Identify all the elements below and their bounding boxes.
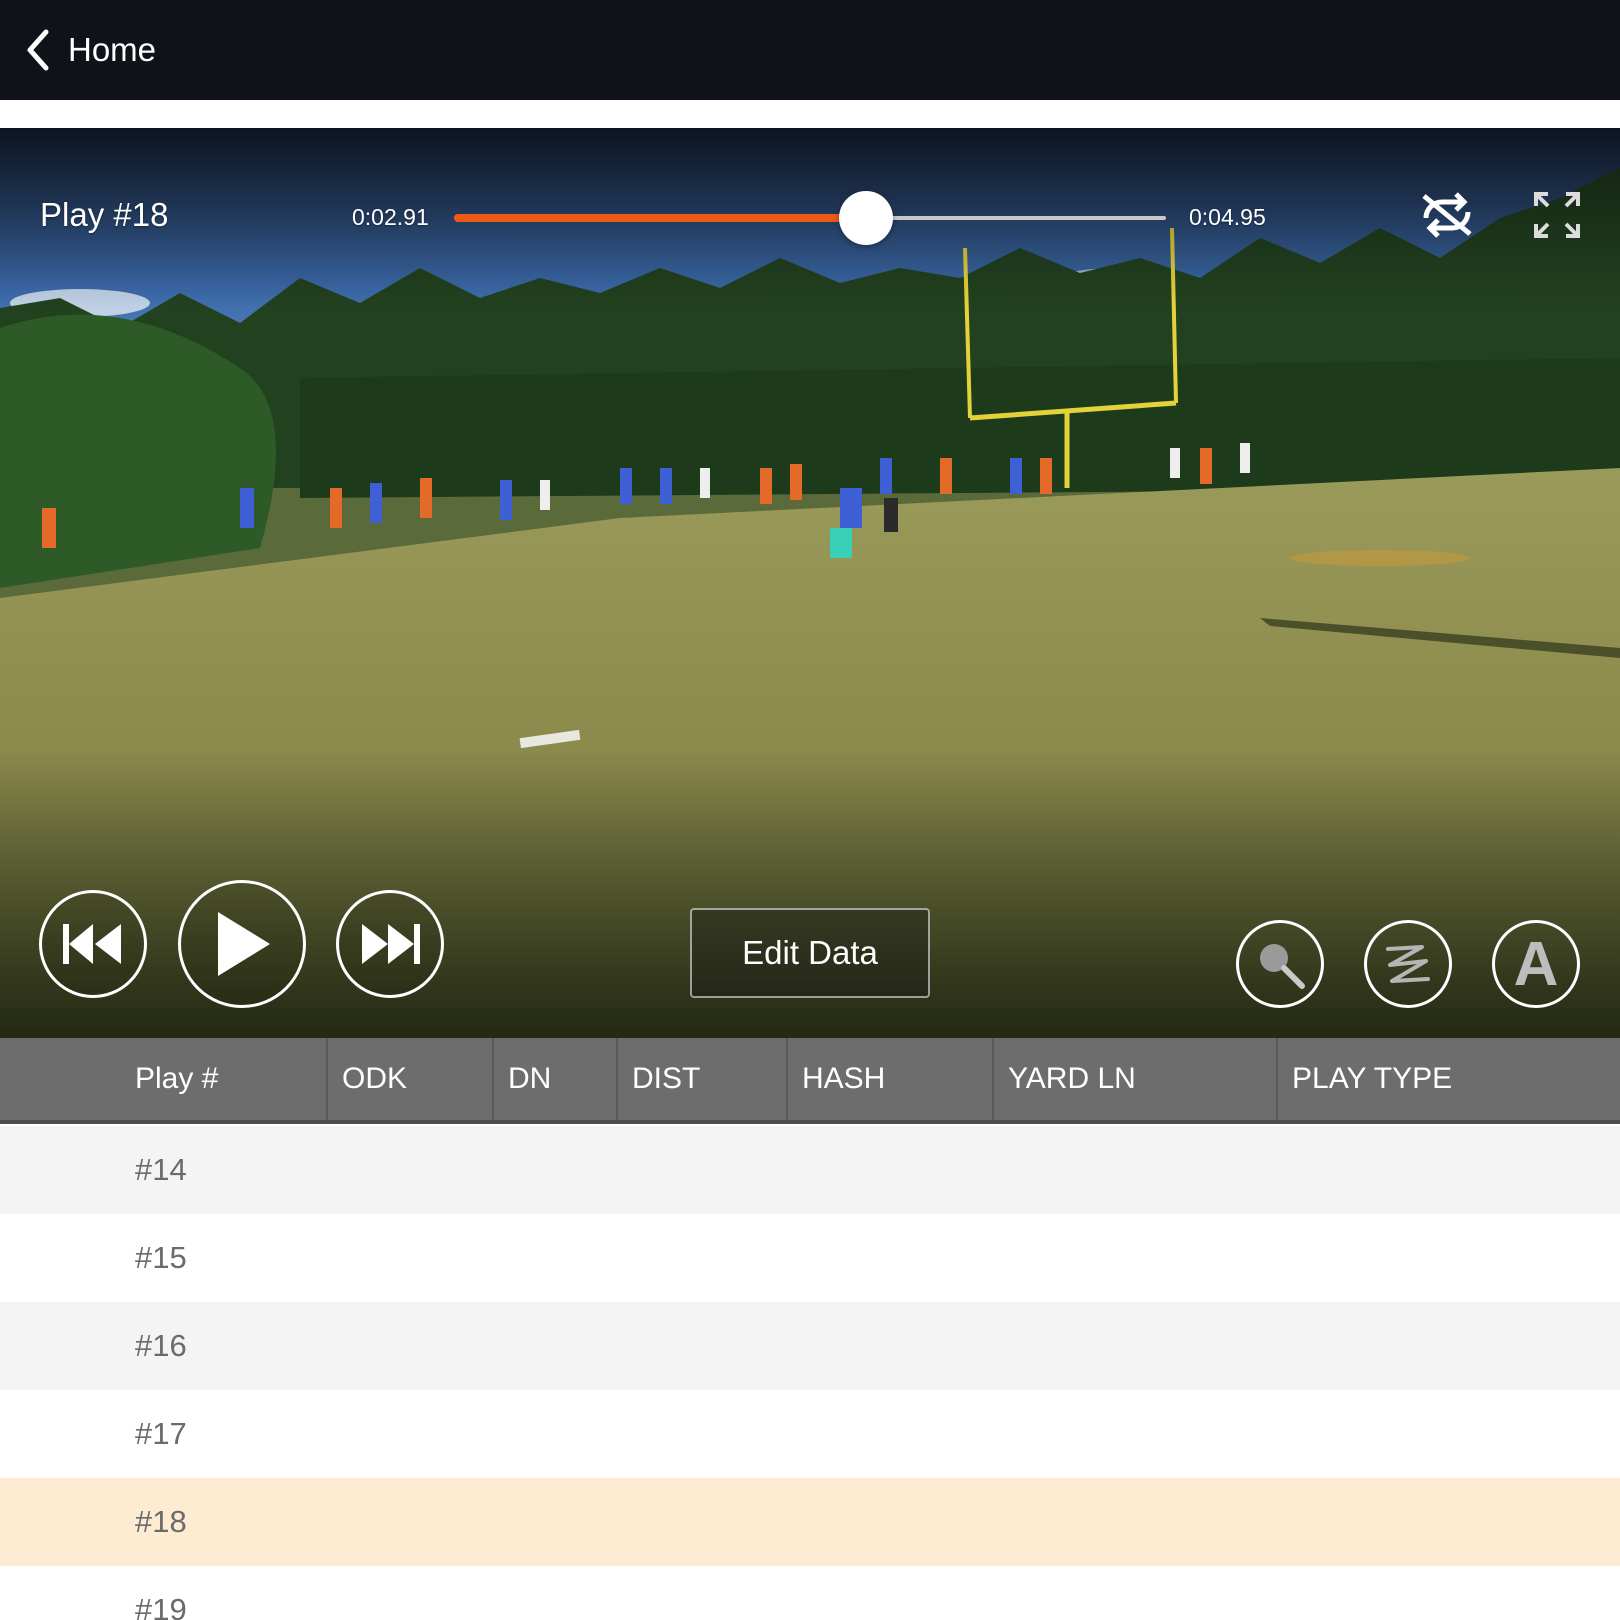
loop-toggle-button[interactable] — [1416, 190, 1478, 240]
scrubber-progress — [454, 214, 866, 222]
back-button[interactable]: Home — [24, 20, 156, 80]
previous-play-button[interactable] — [39, 890, 147, 998]
play-title: Play #18 — [40, 196, 169, 233]
chevron-left-icon — [27, 29, 49, 71]
text-tool-label: A — [1513, 929, 1559, 999]
table-row[interactable]: #14 — [0, 1126, 1620, 1214]
current-time: 0:02.91 — [352, 204, 429, 230]
scrubber-thumb[interactable] — [838, 191, 893, 245]
edit-data-button[interactable]: Edit Data — [690, 908, 930, 998]
column-header-play-type[interactable]: PLAY TYPE — [1278, 1038, 1620, 1120]
next-play-button[interactable] — [336, 890, 444, 998]
table-row-selected[interactable]: #18 — [0, 1478, 1620, 1566]
back-label: Home — [68, 31, 157, 68]
plays-table-body: #14 #15 #16 #17 #18 #19 — [0, 1126, 1620, 1620]
play-number-cell: #17 — [135, 1416, 187, 1451]
table-row[interactable]: #16 — [0, 1302, 1620, 1390]
plays-table-header: Play # ODK DN DIST HASH YARD LN PLAY TYP… — [0, 1038, 1620, 1124]
magnifier-icon — [1260, 944, 1305, 989]
column-header-dn[interactable]: DN — [494, 1038, 618, 1120]
play-number-cell: #16 — [135, 1328, 187, 1363]
column-header-yard-ln[interactable]: YARD LN — [994, 1038, 1278, 1120]
top-nav-bar: Home — [0, 0, 1620, 100]
table-row[interactable]: #19 — [0, 1566, 1620, 1620]
skip-next-icon — [362, 924, 420, 964]
loop-off-icon — [1422, 192, 1472, 238]
skip-previous-icon — [63, 924, 121, 964]
play-button[interactable] — [178, 880, 306, 1008]
column-header-hash[interactable]: HASH — [788, 1038, 994, 1120]
play-icon — [218, 912, 270, 976]
play-number-cell: #15 — [135, 1240, 187, 1275]
scribble-icon — [1386, 945, 1430, 983]
text-tool-button[interactable]: A — [1492, 920, 1580, 1008]
column-header-dist[interactable]: DIST — [618, 1038, 788, 1120]
play-number-cell: #14 — [135, 1152, 187, 1187]
video-scrubber[interactable] — [454, 191, 1166, 245]
play-number-cell: #19 — [135, 1592, 187, 1620]
draw-tool-button[interactable] — [1364, 920, 1452, 1008]
play-number-cell: #18 — [135, 1504, 187, 1539]
video-player[interactable]: Play #18 0:02.91 0:04.95 Edit Data A — [0, 128, 1620, 1038]
total-time: 0:04.95 — [1189, 204, 1266, 230]
fullscreen-button[interactable] — [1534, 192, 1580, 238]
table-row[interactable]: #17 — [0, 1390, 1620, 1478]
column-header-play[interactable]: Play # — [0, 1038, 328, 1120]
zoom-tool-button[interactable] — [1236, 920, 1324, 1008]
fullscreen-icon — [1534, 192, 1580, 238]
table-row[interactable]: #15 — [0, 1214, 1620, 1302]
column-header-odk[interactable]: ODK — [328, 1038, 494, 1120]
